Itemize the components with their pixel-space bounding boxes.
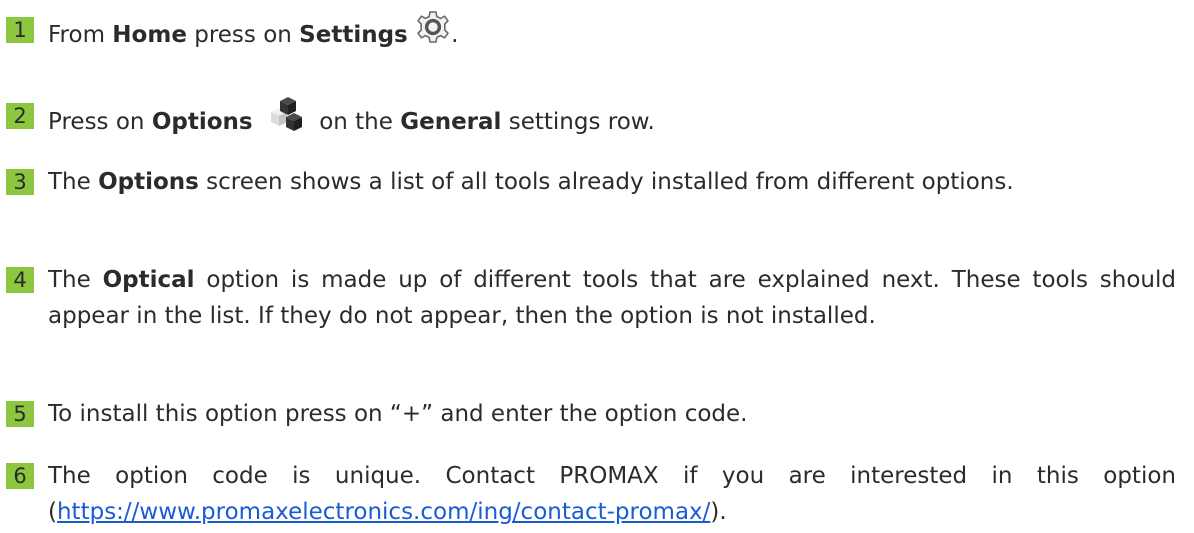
step-4: 4 The Optical option is made up of diffe… — [6, 262, 1176, 334]
step-number: 3 — [6, 169, 34, 195]
step-text: The Optical option is made up of differe… — [48, 262, 1176, 334]
step-text-part: press on — [186, 22, 300, 48]
step-5: 5 To install this option press on “+” an… — [6, 396, 1176, 432]
step-text-part: ). — [710, 499, 727, 525]
step-text-part: on the — [311, 109, 401, 135]
bold-options: Options — [151, 109, 253, 135]
step-text-part: option is made up of different tools tha… — [48, 267, 1176, 329]
step-text: To install this option press on “+” and … — [48, 401, 748, 427]
bold-general: General — [400, 109, 502, 135]
step-text: Press on Options on the General settings… — [48, 95, 1176, 147]
step-text-part: . — [451, 22, 459, 48]
step-text: The option code is unique. Contact PROMA… — [48, 458, 1176, 530]
step-text: From Home press on Settings . — [48, 9, 1176, 59]
step-number: 5 — [6, 401, 34, 427]
step-text-part: screen shows a list of all tools already… — [198, 169, 1014, 195]
contact-promax-link[interactable]: https://www.promaxelectronics.com/ing/co… — [57, 499, 710, 525]
bold-home: Home — [112, 22, 187, 48]
step-number: 6 — [6, 463, 34, 489]
step-2: 2 Press on Options on the General settin… — [6, 95, 1176, 147]
step-number: 1 — [6, 17, 34, 43]
bold-optical: Optical — [102, 267, 195, 293]
step-1: 1 From Home press on Settings . — [6, 9, 1176, 59]
step-text-part: settings row. — [501, 109, 655, 135]
gear-icon — [415, 9, 451, 56]
step-text-part: Press on — [48, 109, 152, 135]
step-number: 4 — [6, 267, 34, 293]
step-6: 6 The option code is unique. Contact PRO… — [6, 458, 1176, 530]
step-text-part: From — [48, 22, 113, 48]
cubes-icon — [266, 95, 306, 144]
bold-settings: Settings — [299, 22, 408, 48]
step-text-part: The — [48, 267, 103, 293]
step-text: The Options screen shows a list of all t… — [48, 164, 1176, 200]
step-number: 2 — [6, 103, 34, 129]
step-text-part: The — [48, 169, 99, 195]
bold-options: Options — [98, 169, 199, 195]
step-3: 3 The Options screen shows a list of all… — [6, 164, 1176, 200]
